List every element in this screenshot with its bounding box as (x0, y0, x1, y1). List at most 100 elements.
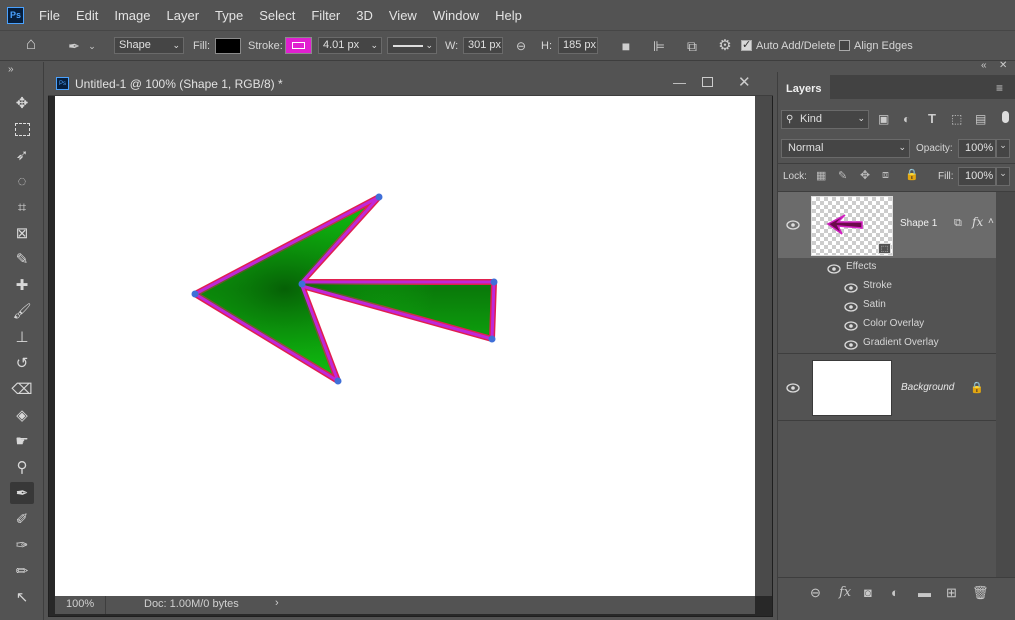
vertical-scrollbar[interactable] (755, 96, 772, 596)
visibility-eye-icon[interactable] (844, 283, 858, 293)
chevron-right-icon[interactable]: › (275, 597, 279, 609)
lock-transparent-icon[interactable]: ▦ (816, 169, 826, 182)
layer-thumbnail-shape-1[interactable]: ⬚ (811, 196, 893, 256)
filter-toggle[interactable] (1002, 111, 1009, 123)
close-panel-icon[interactable]: ✕ (999, 60, 1007, 71)
width-field[interactable]: 301 px (463, 37, 503, 54)
visibility-eye-icon[interactable] (844, 302, 858, 312)
effect-gradient-overlay[interactable]: Gradient Overlay (863, 337, 939, 348)
freeform-pen-tool-icon[interactable]: ✐ (10, 508, 34, 530)
add-layer-style-icon[interactable]: fx (839, 585, 851, 600)
menu-file[interactable]: File (39, 8, 60, 23)
chevron-down-icon[interactable]: ⌄ (996, 139, 1010, 158)
path-selection-tool-icon[interactable]: ↖ (10, 586, 34, 608)
home-icon[interactable]: ⌂ (20, 35, 42, 52)
effect-color-overlay[interactable]: Color Overlay (863, 318, 924, 329)
stroke-swatch[interactable] (285, 37, 312, 54)
auto-add-delete-checkbox[interactable] (741, 38, 752, 51)
effect-stroke[interactable]: Stroke (863, 280, 892, 291)
tab-layers[interactable]: Layers (778, 75, 830, 99)
path-alignment-icon[interactable]: ⊫ (650, 38, 668, 54)
eraser-tool-icon[interactable]: ⌫ (10, 378, 34, 400)
layer-filter-select[interactable]: ⚲ Kind ⌄ (781, 110, 869, 129)
eyedropper-tool-icon[interactable]: ✎ (10, 248, 34, 270)
filter-shape-icon[interactable]: ⬚ (951, 112, 962, 126)
lock-icon[interactable]: 🔒 (970, 381, 984, 394)
lock-position-icon[interactable]: ✥ (860, 168, 870, 182)
add-anchor-point-tool-icon[interactable]: ✑ (10, 534, 34, 556)
visibility-eye-icon[interactable] (844, 340, 858, 350)
dodge-tool-icon[interactable]: ⚲ (10, 456, 34, 478)
filter-smart-object-icon[interactable]: ▤ (975, 112, 986, 126)
lasso-tool-icon[interactable]: ➶ (10, 144, 34, 166)
menu-layer[interactable]: Layer (167, 8, 200, 23)
layer-name-shape-1[interactable]: Shape 1 (900, 218, 937, 229)
blend-mode-select[interactable]: Normal ⌄ (781, 139, 910, 158)
lock-all-icon[interactable]: 🔒 (905, 168, 919, 181)
menu-view[interactable]: View (389, 8, 417, 23)
frame-tool-icon[interactable]: ⊠ (10, 222, 34, 244)
quick-selection-tool-icon[interactable]: ◌ (10, 170, 34, 192)
history-brush-tool-icon[interactable]: ↺ (10, 352, 34, 374)
pen-tool-icon[interactable]: ✒ (10, 482, 34, 504)
fx-icon[interactable]: fx (972, 215, 983, 229)
add-mask-icon[interactable]: ◙ (864, 585, 872, 600)
brush-tool-icon[interactable]: 🖌 (10, 300, 34, 322)
new-layer-icon[interactable]: ⊞ (946, 585, 957, 601)
stroke-width-field[interactable]: 4.01 px ⌄ (318, 37, 382, 54)
pen-tool-preset-icon[interactable]: ✒ (64, 38, 84, 54)
menu-select[interactable]: Select (259, 8, 295, 23)
path-operations-icon[interactable]: ■ (617, 38, 635, 54)
visibility-eye-icon[interactable] (844, 321, 858, 331)
clone-stamp-tool-icon[interactable]: ⊥ (10, 326, 34, 348)
delete-anchor-point-tool-icon[interactable]: ✏ (10, 560, 34, 582)
new-group-icon[interactable]: ▬ (918, 585, 931, 600)
collapse-effects-icon[interactable]: ˄ (988, 216, 994, 227)
visibility-eye-icon[interactable] (827, 264, 841, 274)
path-arrangement-icon[interactable]: ⧉ (681, 38, 703, 54)
align-edges-checkbox[interactable] (839, 40, 850, 51)
canvas[interactable] (55, 96, 755, 596)
tool-mode-select[interactable]: Shape ⌄ (114, 37, 184, 54)
link-icon[interactable]: ⊖ (511, 38, 531, 54)
close-icon[interactable]: ✕ (738, 73, 751, 91)
visibility-eye-icon[interactable] (786, 383, 800, 393)
expand-panel-icon[interactable]: » (8, 64, 14, 75)
collapse-panel-icon[interactable]: « (981, 60, 987, 71)
layers-scrollbar[interactable] (996, 192, 1015, 577)
filter-adjustment-icon[interactable]: ◐ (903, 112, 910, 126)
panel-menu-icon[interactable]: ≡ (996, 81, 1003, 95)
stroke-type-select[interactable]: ⌄ (387, 37, 437, 54)
maximize-icon[interactable] (702, 77, 713, 87)
layer-row-background[interactable]: Background 🔒 (778, 354, 996, 420)
move-tool-icon[interactable]: ✥ (10, 92, 34, 114)
healing-brush-tool-icon[interactable]: ✚ (10, 274, 34, 296)
fill-field[interactable]: 100% (958, 167, 996, 186)
arrow-shape[interactable] (55, 96, 755, 596)
visibility-eye-icon[interactable] (786, 220, 800, 230)
chevron-down-icon[interactable]: ⌄ (996, 167, 1010, 186)
layer-row-shape-1[interactable]: ⬚ Shape 1 ⧉ fx ˄ (778, 192, 996, 258)
zoom-level[interactable]: 100% (66, 598, 94, 610)
crop-tool-icon[interactable]: ⌗ (10, 196, 34, 218)
gear-icon[interactable]: ⚙ (715, 38, 735, 54)
new-adjustment-layer-icon[interactable]: ◐ (891, 585, 899, 600)
layer-name-background[interactable]: Background (901, 382, 954, 393)
marquee-tool-icon[interactable] (10, 118, 34, 140)
menu-help[interactable]: Help (495, 8, 522, 23)
paint-bucket-tool-icon[interactable]: ◈ (10, 404, 34, 426)
link-icon[interactable]: ⊖ (810, 585, 821, 601)
filter-type-icon[interactable]: T (928, 111, 936, 126)
menu-filter[interactable]: Filter (311, 8, 340, 23)
lock-artboard-icon[interactable]: ⧈ (882, 169, 889, 182)
menu-type[interactable]: Type (215, 8, 243, 23)
height-field[interactable]: 185 px (558, 37, 598, 54)
menu-image[interactable]: Image (114, 8, 150, 23)
filter-pixel-icon[interactable]: ▣ (878, 112, 889, 126)
fill-swatch[interactable] (215, 38, 241, 54)
menu-edit[interactable]: Edit (76, 8, 98, 23)
layer-thumbnail-background[interactable] (812, 360, 892, 416)
effect-satin[interactable]: Satin (863, 299, 886, 310)
menu-window[interactable]: Window (433, 8, 479, 23)
smudge-tool-icon[interactable]: ☛ (10, 430, 34, 452)
